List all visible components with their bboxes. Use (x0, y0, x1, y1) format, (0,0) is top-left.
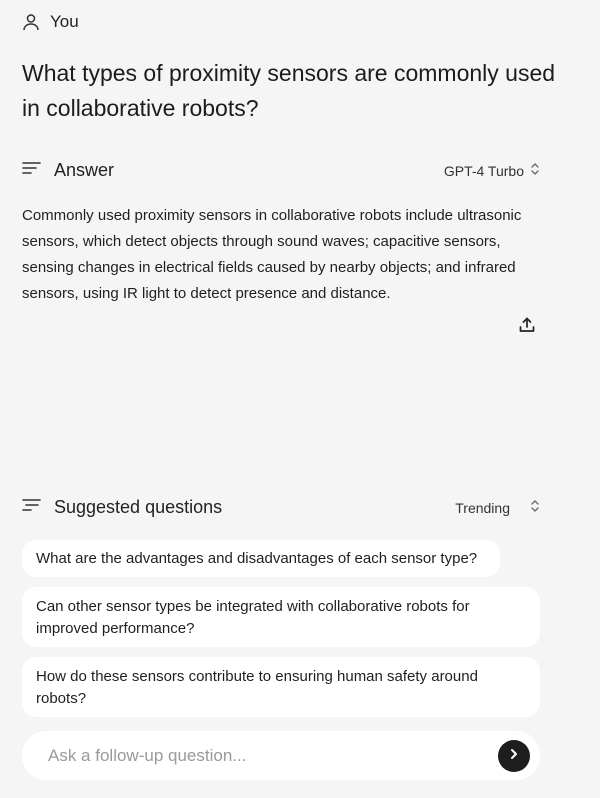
chevron-right-icon (508, 747, 520, 765)
send-button[interactable] (498, 739, 530, 772)
followup-bar (22, 731, 540, 780)
chevron-up-down-icon (530, 499, 540, 516)
share-icon (518, 316, 536, 339)
suggested-question[interactable]: What are the advantages and disadvantage… (22, 540, 500, 577)
suggested-question[interactable]: How do these sensors contribute to ensur… (22, 657, 540, 717)
chevron-up-down-icon (530, 162, 540, 179)
sort-label: Trending (455, 499, 510, 516)
share-button[interactable] (517, 317, 537, 337)
suggested-question[interactable]: Can other sensor types be integrated wit… (22, 587, 540, 647)
user-label: You (50, 12, 79, 31)
user-icon (22, 13, 40, 31)
suggested-header: Suggested questions Trending (22, 497, 540, 518)
user-header: You (22, 12, 79, 32)
followup-input[interactable] (46, 744, 498, 767)
question-title: What types of proximity sensors are comm… (22, 60, 556, 121)
suggested-heading: Suggested questions (54, 497, 223, 517)
answer-header: Answer GPT-4 Turbo (22, 160, 540, 181)
model-selector[interactable]: GPT-4 Turbo (444, 162, 540, 179)
model-label: GPT-4 Turbo (443, 162, 524, 179)
lines-icon (22, 497, 42, 518)
answer-text: Commonly used proximity sensors in colla… (22, 207, 522, 302)
sort-selector[interactable]: Trending (455, 499, 540, 516)
answer-heading: Answer (54, 160, 115, 180)
lines-icon (22, 160, 42, 181)
